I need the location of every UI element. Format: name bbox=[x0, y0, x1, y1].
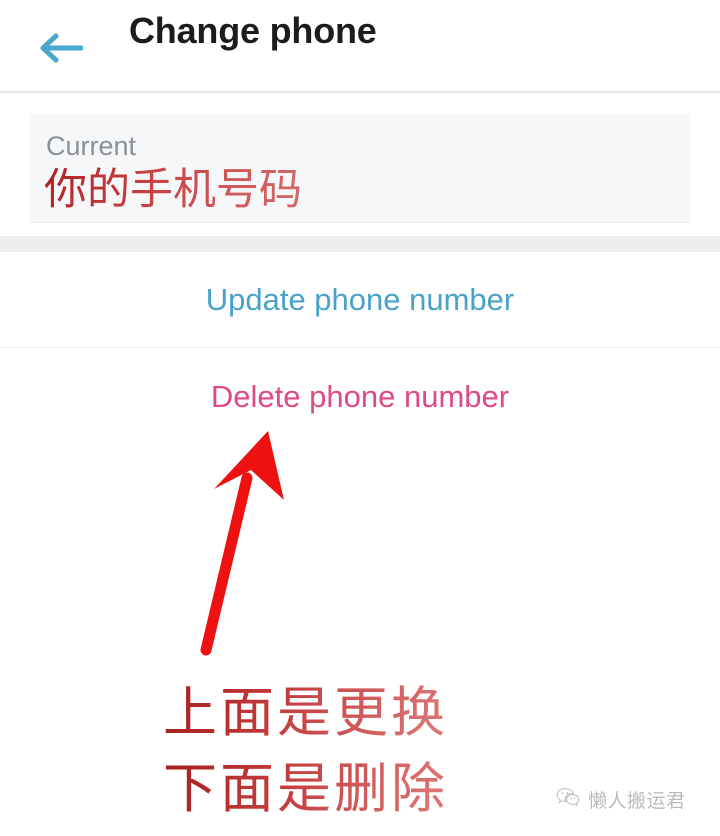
wechat-icon bbox=[556, 787, 580, 813]
phone-settings-screen: Change phone Current 你的手机号码 Update phone… bbox=[0, 0, 720, 836]
delete-phone-number-button[interactable]: Delete phone number bbox=[0, 349, 720, 445]
watermark-text: 懒人搬运君 bbox=[588, 790, 686, 812]
delete-phone-number-label: Delete phone number bbox=[210, 379, 510, 414]
current-phone-label: Current bbox=[46, 131, 137, 161]
arrow-left-icon bbox=[37, 31, 83, 65]
annotation-line-1: 上面是更换 bbox=[163, 681, 448, 744]
annotation-line-2: 下面是删除 bbox=[163, 757, 448, 820]
watermark: 懒人搬运君 bbox=[556, 786, 686, 813]
current-phone-value: 你的手机号码 bbox=[44, 165, 302, 215]
app-header: Change phone bbox=[0, 0, 720, 93]
update-phone-number-label: Update phone number bbox=[205, 281, 515, 317]
page-title: Change phone bbox=[129, 10, 377, 51]
back-button[interactable] bbox=[30, 22, 90, 74]
update-phone-number-button[interactable]: Update phone number bbox=[0, 252, 720, 348]
section-separator-band bbox=[0, 236, 720, 252]
current-phone-field[interactable]: Current 你的手机号码 bbox=[30, 114, 690, 223]
